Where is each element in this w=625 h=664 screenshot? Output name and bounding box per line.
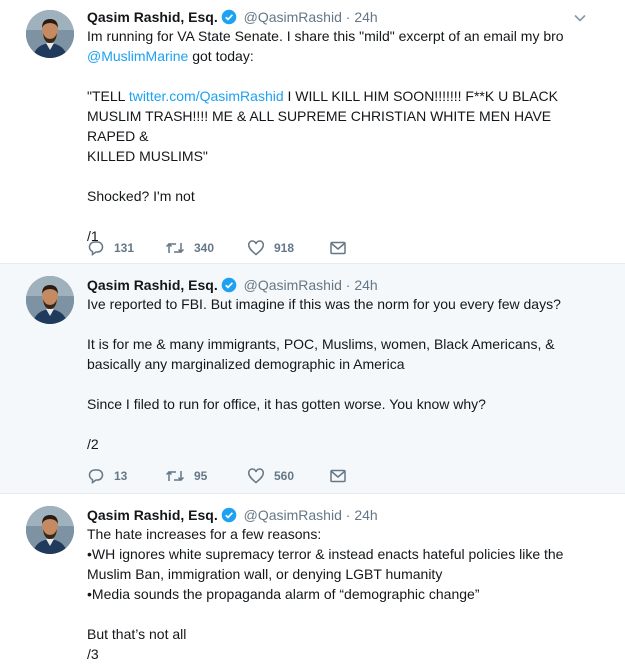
retweet-icon <box>165 470 185 482</box>
author-handle[interactable]: @QasimRashid <box>244 277 342 293</box>
like-count: 560 <box>274 469 295 483</box>
timestamp[interactable]: 24h <box>354 507 377 523</box>
tweet-1[interactable]: Qasim Rashid, Esq. @QasimRashid · 24h Im… <box>0 0 625 263</box>
thread-number: /3 <box>87 646 99 662</box>
author-name[interactable]: Qasim Rashid, Esq. <box>87 507 218 523</box>
author-handle[interactable]: @QasimRashid <box>244 9 342 25</box>
reply-button[interactable]: 13 <box>87 466 127 486</box>
avatar[interactable] <box>26 276 74 324</box>
text-line: KILLED MUSLIMS" <box>87 148 208 164</box>
text-line: "TELL <box>87 88 129 104</box>
text-line: I WILL KILL HIM SOON!!!!!!! F**K U BLACK <box>283 88 559 104</box>
tweet-header: Qasim Rashid, Esq. @QasimRashid · 24h <box>87 506 378 524</box>
tweet-3[interactable]: Qasim Rashid, Esq. @QasimRashid · 24h Th… <box>0 494 625 663</box>
url-link[interactable]: twitter.com/QasimRashid <box>129 88 284 104</box>
like-count: 918 <box>274 241 295 255</box>
like-button[interactable]: 560 <box>247 466 294 486</box>
text-line: The hate increases for a few reasons: <box>87 526 322 542</box>
tweet-text: Im running for VA State Senate. I share … <box>87 26 602 246</box>
reply-icon <box>88 469 104 484</box>
separator-dot: · <box>345 277 351 293</box>
text-line: It is for me & many immigrants, POC, Mus… <box>87 336 555 352</box>
separator-dot: · <box>345 507 351 523</box>
timestamp[interactable]: 24h <box>354 9 377 25</box>
reply-button[interactable]: 131 <box>87 238 134 258</box>
tweet-header: Qasim Rashid, Esq. @QasimRashid · 24h <box>87 276 378 294</box>
text-line: MUSLIM TRASH!!!! ME & ALL SUPREME CHRIST… <box>87 108 552 144</box>
tweet-header: Qasim Rashid, Esq. @QasimRashid · 24h <box>87 8 378 26</box>
tweet-2[interactable]: Qasim Rashid, Esq. @QasimRashid · 24h Iv… <box>0 264 625 493</box>
thread-number: /2 <box>87 436 99 452</box>
avatar[interactable] <box>26 10 74 58</box>
text-line: Shocked? I'm not <box>87 188 195 204</box>
retweet-button[interactable]: 95 <box>165 466 207 486</box>
avatar[interactable] <box>26 506 74 554</box>
mention-link[interactable]: @MuslimMarine <box>87 48 188 64</box>
retweet-count: 340 <box>194 241 215 255</box>
retweet-count: 95 <box>194 469 208 483</box>
timestamp[interactable]: 24h <box>354 277 377 293</box>
direct-message-button[interactable] <box>329 466 347 486</box>
tweet-text: Ive reported to FBI. But imagine if this… <box>87 294 602 454</box>
envelope-icon <box>330 469 346 483</box>
retweet-button[interactable]: 340 <box>165 238 214 258</box>
text-line: basically any marginalized demographic i… <box>87 356 405 372</box>
direct-message-button[interactable] <box>329 238 347 258</box>
reply-count: 13 <box>114 469 128 483</box>
text-line: got today: <box>188 48 254 64</box>
tweet-text: The hate increases for a few reasons: •W… <box>87 524 602 664</box>
author-name[interactable]: Qasim Rashid, Esq. <box>87 277 218 293</box>
text-line: •Media sounds the propaganda alarm of “d… <box>87 586 480 602</box>
retweet-icon <box>165 242 185 254</box>
envelope-icon <box>330 241 346 255</box>
reply-count: 131 <box>114 241 135 255</box>
text-line: •WH ignores white supremacy terror & ins… <box>87 546 564 562</box>
tweet-thread: Qasim Rashid, Esq. @QasimRashid · 24h Im… <box>0 0 625 663</box>
heart-icon <box>248 468 264 484</box>
heart-icon <box>248 240 264 256</box>
text-line: Ive reported to FBI. But imagine if this… <box>87 296 561 312</box>
text-line: Muslim Ban, immigration wall, or denying… <box>87 566 443 582</box>
like-button[interactable]: 918 <box>247 238 294 258</box>
text-line: Im running for VA State Senate. I share … <box>87 28 564 44</box>
reply-icon <box>88 241 104 256</box>
chevron-down-icon[interactable] <box>573 11 587 25</box>
author-handle[interactable]: @QasimRashid <box>244 507 342 523</box>
text-line: But that’s not all <box>87 626 187 642</box>
separator-dot: · <box>345 9 351 25</box>
text-line: Since I filed to run for office, it has … <box>87 396 486 412</box>
author-name[interactable]: Qasim Rashid, Esq. <box>87 9 218 25</box>
